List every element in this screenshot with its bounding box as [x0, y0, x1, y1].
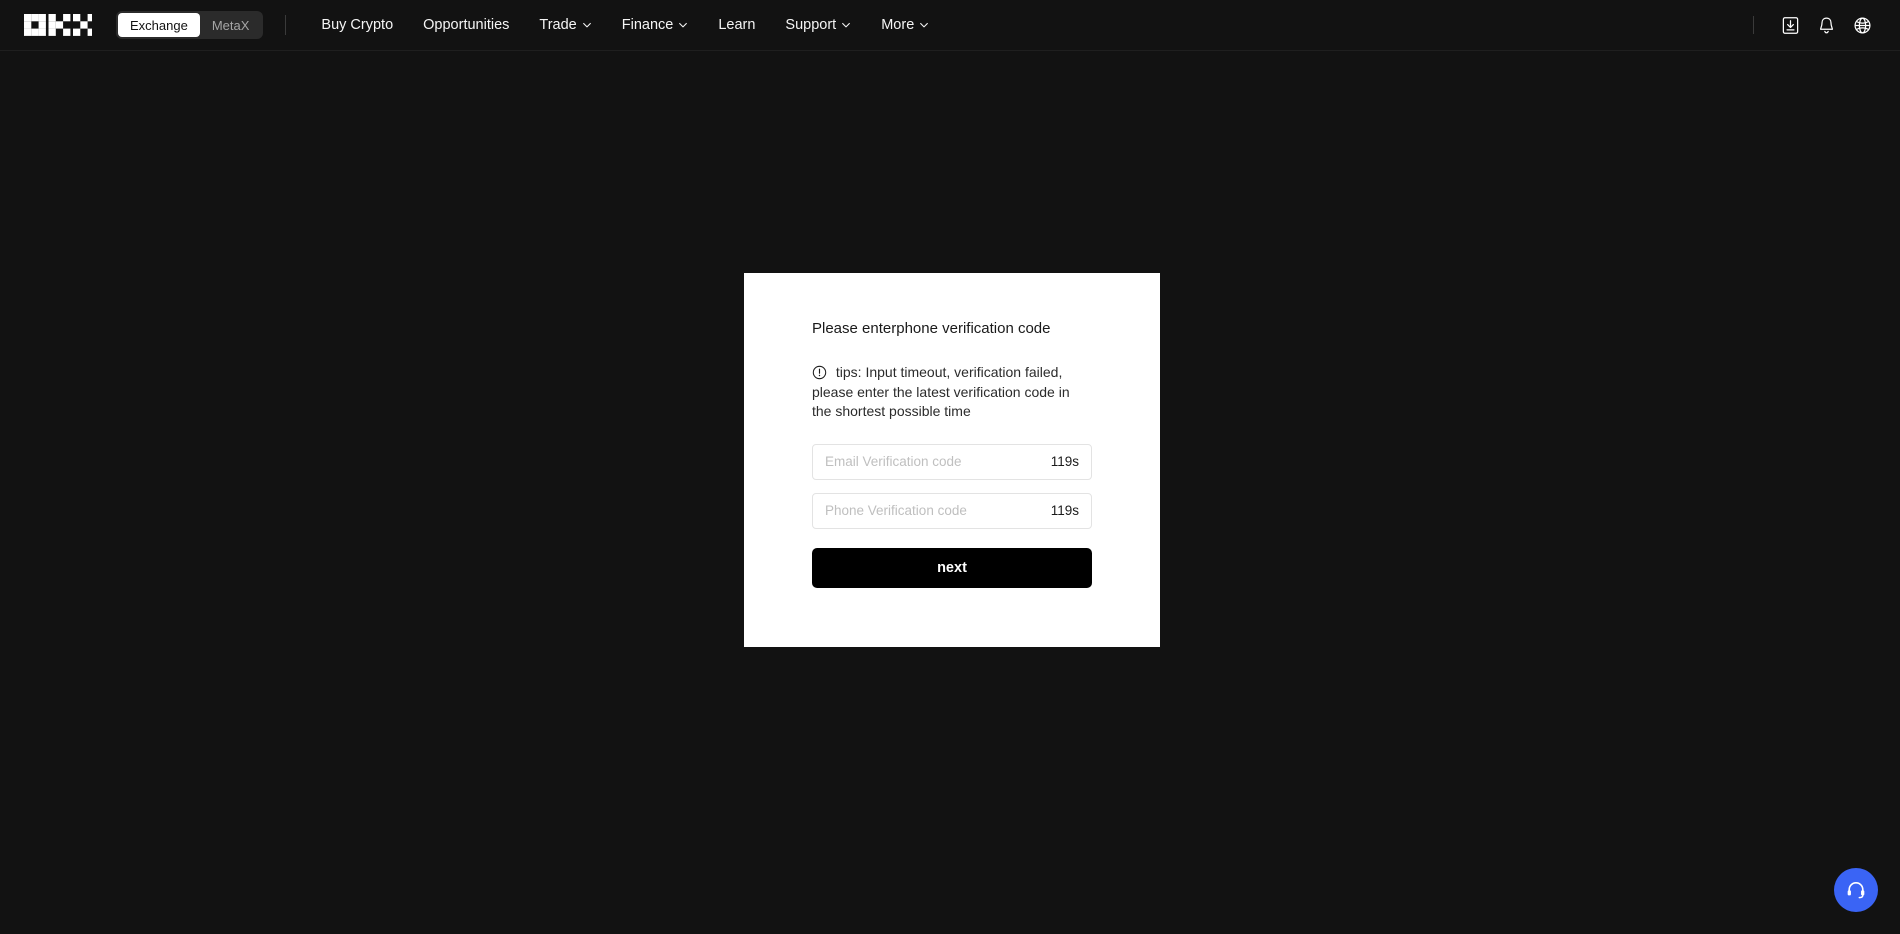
- next-button[interactable]: next: [812, 547, 1092, 588]
- chevron-down-icon: [920, 22, 929, 28]
- nav-item-trade[interactable]: Trade: [524, 0, 606, 50]
- nav-item-opportunities-label: Opportunities: [423, 17, 510, 33]
- nav-item-trade-label: Trade: [539, 17, 577, 33]
- okx-logo-icon: [24, 14, 92, 36]
- main-nav: Buy Crypto Opportunities Trade Finance L…: [306, 0, 944, 50]
- nav-item-learn-label: Learn: [718, 17, 756, 33]
- notifications-bell-icon: [1819, 16, 1833, 33]
- email-verification-code-input[interactable]: [825, 454, 1043, 469]
- product-switch: Exchange MetaX: [116, 11, 264, 39]
- header-actions: [1753, 7, 1900, 43]
- site-header: Exchange MetaX Buy Crypto Opportunities …: [0, 0, 1900, 51]
- email-verification-code-field[interactable]: 119s: [812, 443, 1092, 480]
- download-app-button[interactable]: [1772, 7, 1808, 43]
- nav-item-buy-crypto-label: Buy Crypto: [321, 17, 394, 33]
- nav-item-support[interactable]: Support: [770, 0, 866, 50]
- nav-item-support-label: Support: [785, 17, 837, 33]
- chevron-down-icon: [842, 22, 851, 28]
- page-title: Please enterphone verification code: [812, 320, 1051, 337]
- phone-verification-code-field[interactable]: 119s: [812, 492, 1092, 529]
- nav-item-finance[interactable]: Finance: [607, 0, 704, 50]
- verification-modal: Please enterphone verification code tips…: [744, 273, 1160, 647]
- nav-item-buy-crypto[interactable]: Buy Crypto: [306, 0, 408, 50]
- phone-verification-code-input[interactable]: [825, 503, 1043, 518]
- language-button[interactable]: [1844, 7, 1880, 43]
- language-globe-icon: [1853, 16, 1871, 34]
- product-tab-exchange[interactable]: Exchange: [118, 13, 200, 37]
- verification-modal-body: Please enterphone verification code tips…: [744, 273, 1160, 588]
- header-actions-divider: [1753, 16, 1754, 34]
- exclamation-circle-icon: [812, 365, 827, 380]
- phone-verification-countdown[interactable]: 119s: [1051, 503, 1079, 518]
- okx-logo[interactable]: [24, 14, 92, 36]
- nav-item-finance-label: Finance: [621, 17, 674, 33]
- product-tab-exchange-label: Exchange: [130, 17, 188, 33]
- tips-message-text: tips: Input timeout, verification failed…: [812, 364, 1070, 419]
- nav-item-opportunities[interactable]: Opportunities: [408, 0, 524, 50]
- headset-icon: [1847, 882, 1865, 899]
- customer-support-button[interactable]: [1834, 868, 1878, 912]
- chevron-down-icon: [582, 22, 591, 28]
- chevron-down-icon: [679, 22, 688, 28]
- nav-item-more-label: More: [881, 17, 915, 33]
- nav-item-learn[interactable]: Learn: [703, 0, 770, 50]
- product-tab-metax-label: MetaX: [211, 17, 250, 33]
- download-icon: [1782, 16, 1798, 34]
- email-verification-countdown[interactable]: 119s: [1051, 454, 1079, 469]
- product-tab-metax[interactable]: MetaX: [200, 13, 262, 37]
- notifications-button[interactable]: [1808, 7, 1844, 43]
- tips-message: tips: Input timeout, verification failed…: [812, 363, 1092, 422]
- header-divider: [285, 15, 287, 35]
- nav-item-more[interactable]: More: [866, 0, 944, 50]
